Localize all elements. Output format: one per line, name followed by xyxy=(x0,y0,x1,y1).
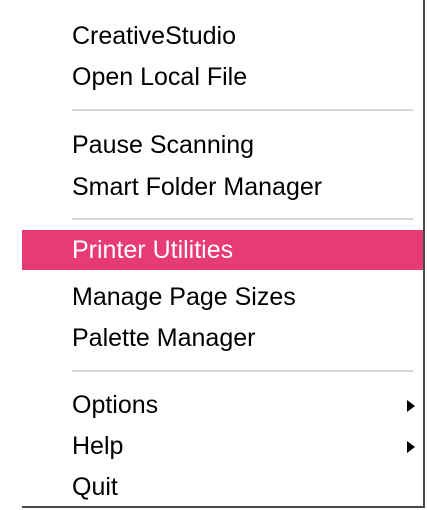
menu-item-smart-folder-manager[interactable]: Smart Folder Manager xyxy=(22,167,423,207)
submenu-arrow-icon xyxy=(407,400,415,412)
menu-item-printer-utilities[interactable]: Printer Utilities xyxy=(22,230,423,270)
menu-item-label: Help xyxy=(72,432,124,460)
menu-separator xyxy=(72,109,413,111)
menu-item-creativestudio[interactable]: CreativeStudio xyxy=(22,16,423,56)
menu-item-palette-manager[interactable]: Palette Manager xyxy=(22,318,423,358)
menu-item-label: Pause Scanning xyxy=(72,131,255,159)
menu-item-open-local-file[interactable]: Open Local File xyxy=(22,57,423,97)
menu-separator xyxy=(72,370,413,372)
context-menu: CreativeStudio Open Local File Pause Sca… xyxy=(22,0,425,508)
menu-item-quit[interactable]: Quit xyxy=(22,467,423,507)
menu-item-label: Smart Folder Manager xyxy=(72,173,323,201)
menu-item-label: CreativeStudio xyxy=(72,22,236,50)
menu-item-options[interactable]: Options xyxy=(22,385,423,425)
menu-item-label: Open Local File xyxy=(72,63,248,91)
menu-item-label: Palette Manager xyxy=(72,324,256,352)
menu-item-label: Quit xyxy=(72,473,118,501)
menu-item-help[interactable]: Help xyxy=(22,426,423,466)
menu-item-manage-page-sizes[interactable]: Manage Page Sizes xyxy=(22,277,423,317)
menu-item-label: Printer Utilities xyxy=(72,236,234,264)
menu-separator xyxy=(72,218,413,220)
menu-item-label: Manage Page Sizes xyxy=(72,283,296,311)
menu-item-label: Options xyxy=(72,391,159,419)
menu-item-pause-scanning[interactable]: Pause Scanning xyxy=(22,125,423,165)
submenu-arrow-icon xyxy=(407,441,415,453)
